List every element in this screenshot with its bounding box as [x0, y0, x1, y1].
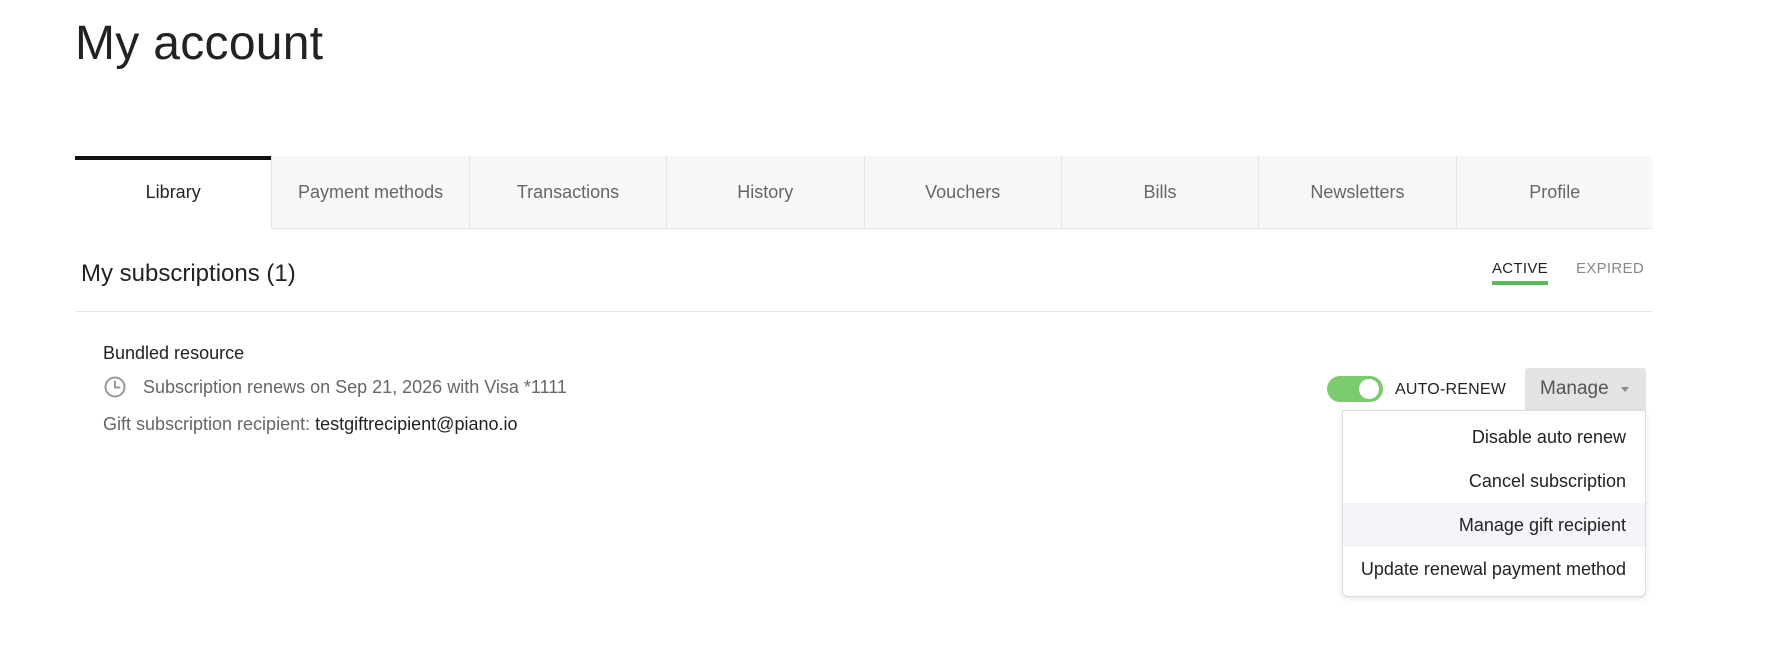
renewal-text: Subscription renews on Sep 21, 2026 with… — [143, 376, 567, 397]
tab-transactions[interactable]: Transactions — [468, 156, 666, 228]
auto-renew-toggle[interactable] — [1327, 376, 1383, 402]
toggle-knob — [1359, 379, 1379, 399]
tab-library[interactable]: Library — [75, 156, 272, 229]
manage-dropdown-menu: Disable auto renew Cancel subscription M… — [1342, 410, 1646, 597]
menu-item-disable-auto-renew[interactable]: Disable auto renew — [1343, 415, 1645, 459]
manage-button[interactable]: Manage — [1525, 368, 1646, 410]
subscription-name: Bundled resource — [103, 343, 245, 363]
clock-icon — [104, 376, 126, 398]
filter-active-tab[interactable]: ACTIVE — [1492, 260, 1548, 285]
auto-renew-label: AUTO-RENEW — [1395, 381, 1507, 398]
filter-expired-tab[interactable]: EXPIRED — [1576, 260, 1644, 277]
renewal-info: Subscription renews on Sep 21, 2026 with… — [103, 375, 567, 399]
menu-item-manage-gift-recipient[interactable]: Manage gift recipient — [1343, 503, 1645, 547]
gift-recipient-info: Gift subscription recipient: testgiftrec… — [103, 414, 518, 435]
menu-item-update-renewal-payment[interactable]: Update renewal payment method — [1343, 547, 1645, 591]
page-title: My account — [75, 17, 324, 70]
subscriptions-title: My subscriptions (1) — [81, 260, 296, 287]
tab-bills[interactable]: Bills — [1060, 156, 1258, 228]
manage-button-label: Manage — [1540, 378, 1609, 399]
account-tabs: Library Payment methods Transactions His… — [75, 156, 1653, 229]
tab-newsletters[interactable]: Newsletters — [1258, 156, 1455, 228]
gift-recipient-label: Gift subscription recipient: — [103, 414, 311, 434]
subscriptions-header: My subscriptions (1) ACTIVE EXPIRED — [75, 230, 1653, 312]
tab-profile[interactable]: Profile — [1455, 156, 1653, 228]
tab-vouchers[interactable]: Vouchers — [863, 156, 1061, 228]
tab-history[interactable]: History — [666, 156, 863, 228]
gift-recipient-email: testgiftrecipient@piano.io — [315, 414, 518, 434]
menu-item-cancel-subscription[interactable]: Cancel subscription — [1343, 459, 1645, 503]
tab-payment-methods[interactable]: Payment methods — [271, 156, 468, 228]
chevron-down-icon — [1621, 387, 1629, 392]
